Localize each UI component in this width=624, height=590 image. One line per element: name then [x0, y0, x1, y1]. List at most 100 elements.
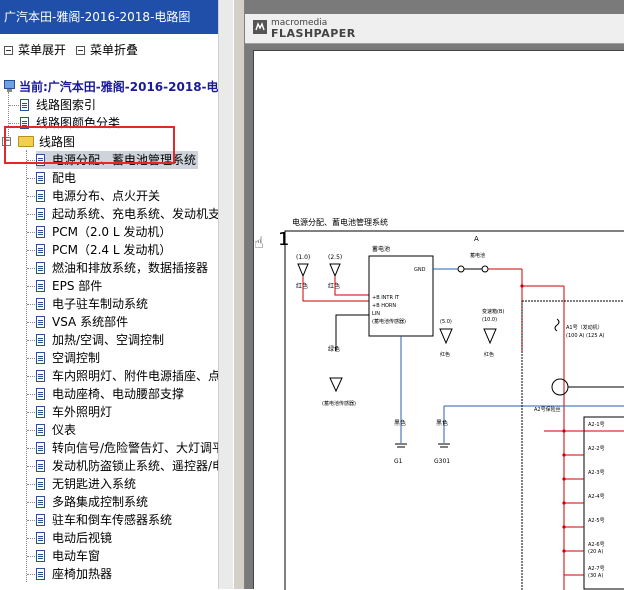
document-icon — [36, 532, 45, 544]
tree-connector — [27, 574, 35, 575]
diagram-label-a: A — [474, 235, 479, 243]
tree-item-label: 燃油和排放系统，数据插接器 — [52, 261, 209, 275]
tree-item-diagram[interactable]: 起动系统、充电系统、发动机支座 — [36, 205, 233, 223]
tree-item-diagram[interactable]: PCM（2.0 L 发动机） — [36, 223, 173, 241]
tree-connector — [27, 556, 35, 557]
collapse-menu-button[interactable]: 菜单折叠 — [76, 40, 138, 60]
battery-sensor-label: 蓄电池 — [372, 245, 390, 253]
tree-item-label: 电动车窗 — [52, 549, 101, 563]
tree-item-label: 无钥匙进入系统 — [52, 477, 137, 491]
tree-root-label: 当前:广汽本田-雅阁-2016-2018-电路图 — [19, 80, 234, 94]
tree-item-label: 电源分布、点火开关 — [52, 189, 161, 203]
tree-connector — [27, 394, 35, 395]
wire-color-red-4: 红色 — [484, 351, 494, 358]
pin-horn-label: +B HORN — [372, 303, 396, 309]
rating-5: (5.0) — [440, 319, 452, 325]
tree-item-diagram[interactable]: 电动车窗 — [36, 547, 102, 565]
document-icon — [36, 514, 45, 526]
tree-connector — [27, 430, 35, 431]
document-icon — [20, 117, 29, 129]
tree-item-diagram[interactable]: 电子驻车制动系统 — [36, 295, 150, 313]
tree-item-diagram[interactable]: 发动机防盗锁止系统、遥控器/电 — [36, 457, 226, 475]
fuse-a1-label: A1号（发动机） — [566, 324, 603, 331]
collapse-toggle[interactable]: − — [2, 137, 11, 146]
flashpaper-viewer: macromedia FLASHPAPER ☝ 1 电源分配、蓄电池管理系统 A… — [245, 0, 624, 590]
tree-item-label: EPS 部件 — [52, 279, 103, 293]
sensor-label: (蓄电池传感器) — [322, 400, 356, 407]
wiring-diagram: A (1.0) (2.5) 红色 红色 蓄电池 GND +B INTR IT +… — [284, 230, 624, 590]
fuse-a2-2: A2-2号 — [588, 446, 605, 452]
tree-item-diagram[interactable]: VSA 系统部件 — [36, 313, 130, 331]
tree-item-diagram[interactable]: 配电 — [36, 169, 78, 187]
tree-item-label: 加热/空调、空调控制 — [52, 333, 165, 347]
tree-connector — [8, 92, 9, 142]
wire-color-red-1: 红色 — [296, 282, 308, 290]
tree-item-label: 电子驻车制动系统 — [52, 297, 149, 311]
folder-icon — [18, 136, 34, 147]
document-icon — [20, 99, 29, 111]
document-icon — [36, 460, 45, 472]
viewer-header: macromedia FLASHPAPER — [245, 14, 624, 44]
tree-item-diagram[interactable]: 燃油和排放系统，数据插接器 — [36, 259, 210, 277]
pin-lin-label: LIN — [372, 311, 380, 317]
document-page[interactable]: ☝ 1 电源分配、蓄电池管理系统 A (1.0) (2.5) 红色 红色 蓄电池… — [253, 50, 624, 590]
tree-item-diagram[interactable]: 无钥匙进入系统 — [36, 475, 138, 493]
tree-connector — [27, 466, 35, 467]
wire-color-black-1: 黑色 — [394, 419, 406, 427]
document-icon — [36, 298, 45, 310]
tree-item-diagram[interactable]: 车内照明灯、附件电源插座、点烟 — [36, 367, 233, 385]
gnd-label: GND — [414, 267, 426, 273]
tree-item-label: VSA 系统部件 — [52, 315, 129, 329]
tree-item-diagram[interactable]: 车外照明灯 — [36, 403, 114, 421]
tree-connector — [27, 376, 35, 377]
fuse-a1-value: (100 A) (125 A) — [566, 333, 605, 339]
tree-item-diagram[interactable]: 驻车和倒车传感器系统 — [36, 511, 174, 529]
tree-connector — [27, 304, 35, 305]
tree-item-diagram[interactable]: 电动座椅、电动腰部支撑 — [36, 385, 186, 403]
tree-item-label: 起动系统、充电系统、发动机支座 — [52, 207, 233, 221]
document-icon — [36, 208, 45, 220]
tree-scrollbar[interactable] — [218, 0, 233, 589]
document-icon — [36, 424, 45, 436]
tree-item-color-legend[interactable]: 线路图颜色分类 — [20, 114, 120, 132]
tree-item-diagram[interactable]: 仪表 — [36, 421, 78, 439]
navigation-tree-pane: 广汽本田-雅阁-2016-2018-电路图 菜单展开 菜单折叠 当前:广汽本田-… — [0, 0, 234, 589]
pin-intr-label: +B INTR IT — [372, 295, 400, 301]
tree-item-diagram[interactable]: 加热/空调、空调控制 — [36, 331, 166, 349]
tree-folder-wiring[interactable]: 线路图 — [18, 133, 75, 151]
pane-splitter[interactable] — [233, 0, 245, 589]
relay-rating-2: (2.5) — [328, 254, 342, 261]
tree-item-label: 转向信号/危险警告灯、大灯调平 — [52, 441, 225, 455]
lin-sub-label: (蓄电池传感器) — [372, 318, 406, 325]
tree-item-label: 电动后视镜 — [52, 531, 113, 545]
fuse-rows: A2-1号 A2-2号 A2-3号 A2-4号 A2-5号 A2-6号 (20 … — [588, 422, 605, 579]
tree-item-label: 配电 — [52, 171, 77, 185]
fuse-a2-5: A2-5号 — [588, 518, 605, 524]
expand-menu-button[interactable]: 菜单展开 — [4, 40, 66, 60]
tree-item-diagram[interactable]: 座椅加热器 — [36, 565, 114, 583]
tree-item-diagram[interactable]: EPS 部件 — [36, 277, 104, 295]
tree-connector — [27, 286, 35, 287]
tree-item-diagram[interactable]: PCM（2.4 L 发动机） — [36, 241, 173, 259]
tree-item-label: 仪表 — [52, 423, 77, 437]
fuse-a2-7-value: (30 A) — [588, 573, 603, 579]
document-icon — [36, 190, 45, 202]
document-icon — [36, 262, 45, 274]
document-icon — [36, 442, 45, 454]
tree-item-diagram[interactable]: 转向信号/危险警告灯、大灯调平 — [36, 439, 226, 457]
tree-item-diagram[interactable]: 电源分配、蓄电池管理系统 — [36, 151, 199, 169]
fuse-a2-3: A2-3号 — [588, 470, 605, 476]
tree-item-index[interactable]: 线路图索引 — [20, 96, 96, 114]
tree-item-diagram[interactable]: 电源分布、点火开关 — [36, 187, 162, 205]
tree-connector — [27, 484, 35, 485]
document-icon — [36, 280, 45, 292]
tree-item-diagram[interactable]: 多路集成控制系统 — [36, 493, 150, 511]
tree-connector — [27, 232, 35, 233]
document-icon — [36, 388, 45, 400]
tree-connector — [27, 412, 35, 413]
tree-item-diagram[interactable]: 电动后视镜 — [36, 529, 114, 547]
document-icon — [36, 316, 45, 328]
document-icon — [36, 244, 45, 256]
tree-root-current[interactable]: 当前:广汽本田-雅阁-2016-2018-电路图 — [4, 78, 234, 96]
tree-item-diagram[interactable]: 空调控制 — [36, 349, 102, 367]
